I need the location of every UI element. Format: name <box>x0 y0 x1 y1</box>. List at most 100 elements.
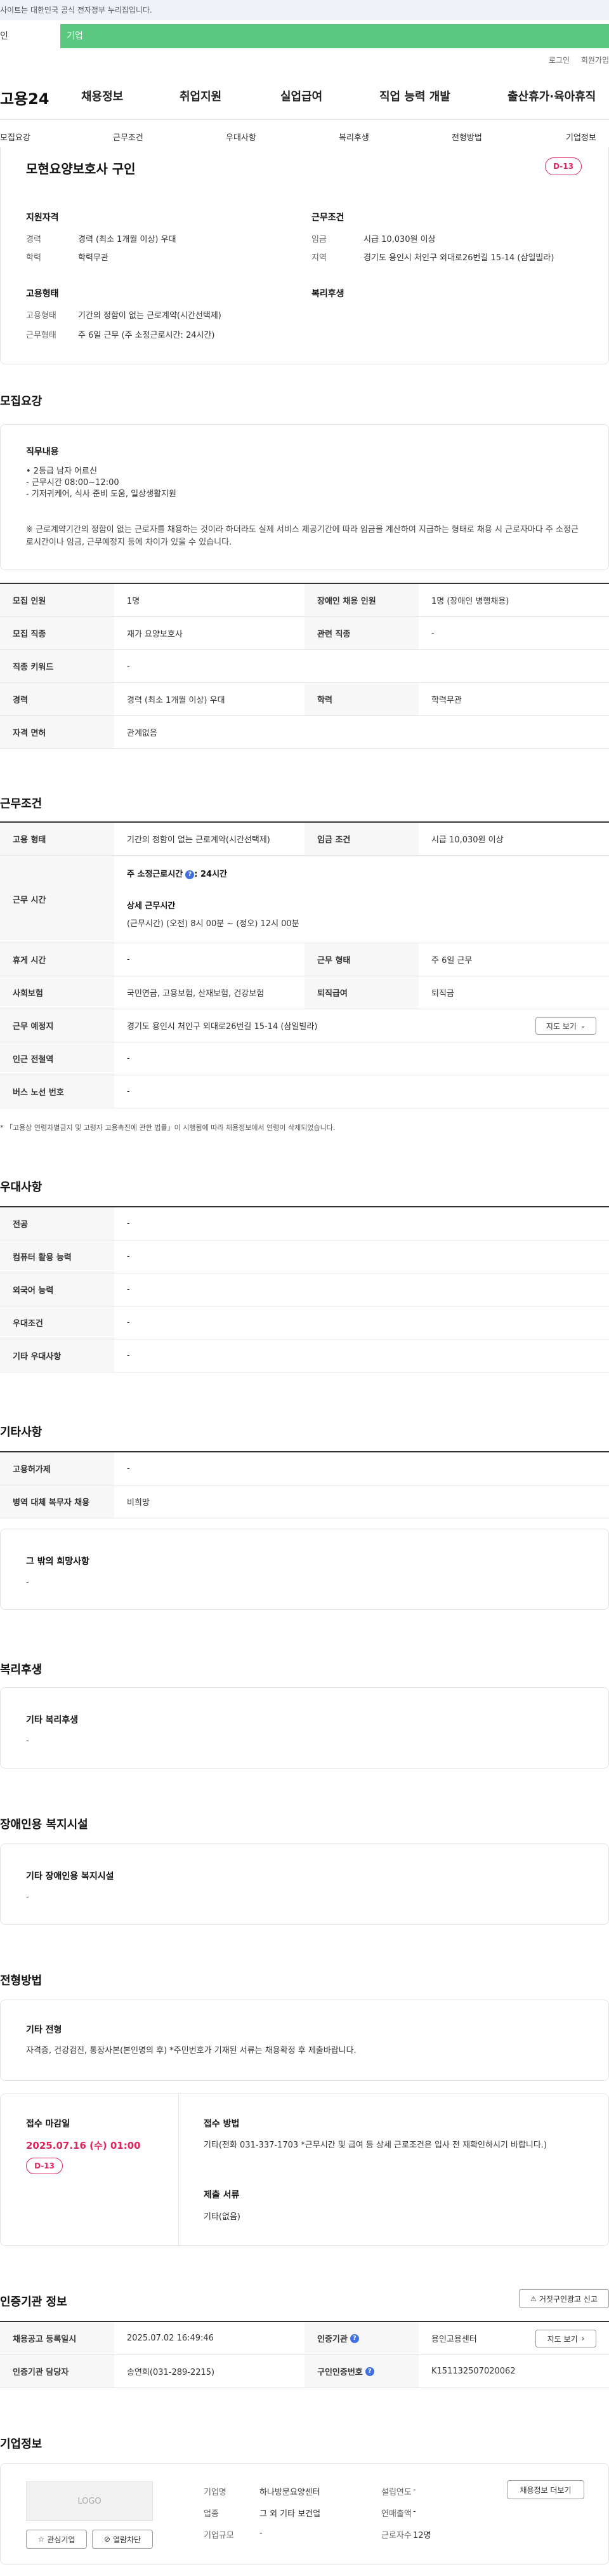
gnb-unemployment-benefit[interactable]: 실업급여 <box>280 88 322 104</box>
row-value: - <box>127 1252 130 1261</box>
row-value: - <box>127 1087 130 1096</box>
tab-business[interactable]: 기업 <box>60 24 609 48</box>
map-button-label: 지도 보기 <box>546 1021 577 1031</box>
alert-icon: ⚠ <box>530 2294 537 2303</box>
more-jobs-button[interactable]: 채용정보 더보기 <box>507 2480 584 2499</box>
etc-table: 고용허가제 - 병역 대체 복무자 채용 비희망 <box>0 1451 609 1518</box>
row-value: 송연희(031-289-2215) <box>127 2368 215 2377</box>
emptype-label: 고용형태 <box>26 311 56 321</box>
row-label: 근무 형태 <box>304 943 419 976</box>
gnb-parental-leave[interactable]: 출산휴가·육아휴직 <box>508 88 596 104</box>
row-label: 컴퓨터 활용 능력 <box>0 1240 114 1273</box>
sales-label: 연매출액 <box>381 2509 412 2519</box>
row-label: 근무 예정지 <box>0 1009 114 1042</box>
selection-heading: 전형방법 <box>0 1974 43 1988</box>
gnb-jobs[interactable]: 채용정보 <box>81 88 123 104</box>
year-label: 설립연도 <box>381 2488 412 2497</box>
welfare-card-value: - <box>26 1736 29 1746</box>
job-title: 모현요양보호사 구인 <box>26 161 136 176</box>
table-row: 고용 형태 기간의 정함이 없는 근로계약(시간선택제) 임금 조건 시급 10… <box>0 823 609 856</box>
agency-map-button[interactable]: 지도 보기 › <box>535 2330 596 2347</box>
preference-table: 전공 - 컴퓨터 활용 능력 - 외국어 능력 - 우대조건 - 기타 우대사항 - <box>0 1206 609 1372</box>
subnav-conditions[interactable]: 근무조건 <box>113 131 143 143</box>
row-value: - <box>127 1285 130 1294</box>
application-card: 접수 마감일 2025.07.16 (수) 01:00 D-13 접수 방법 기… <box>0 2094 609 2247</box>
detail-hours-label: 상세 근무시간 <box>127 901 176 911</box>
tab-individual[interactable]: 인 <box>0 24 60 48</box>
method-value: 기타(전화 031-337-1703 *근무시간 및 급여 등 상세 근로조건은… <box>204 2141 547 2150</box>
company-name-value: 하나방문요양센터 <box>259 2488 320 2497</box>
career-value: 경력 (최소 1개월 이상) 우대 <box>78 235 176 244</box>
work-value: 주 6일 근무 (주 소정근로시간: 24시간) <box>78 331 215 340</box>
row-label: 휴게 시간 <box>0 943 114 976</box>
row-value: 기간의 정함이 없는 근로계약(시간선택제) <box>127 835 270 845</box>
preference-heading: 우대사항 <box>0 1181 43 1194</box>
row-label: 모집 인원 <box>0 584 114 616</box>
facility-card: 기타 장애인용 복지시설 - <box>0 1843 609 1925</box>
edu-label: 학력 <box>26 253 41 263</box>
row-label: 구인인증번호? <box>304 2355 419 2387</box>
subnav-company[interactable]: 기업정보 <box>566 131 596 143</box>
row-value: 1명 (장애인 병행채용) <box>431 597 509 606</box>
user-type-tabs: 인 기업 <box>0 24 609 48</box>
method-title: 접수 방법 <box>204 2119 240 2129</box>
table-row: 근무 예정지 경기도 용인시 처인구 외대로26번길 15-14 (삼일빌라) … <box>0 1009 609 1042</box>
deadline-value: 2025.07.16 (수) 01:00 <box>26 2140 141 2151</box>
row-value: - <box>127 661 130 671</box>
subnav-selection[interactable]: 전형방법 <box>452 131 482 143</box>
report-button[interactable]: ⚠ 거짓구인광고 신고 <box>519 2289 609 2308</box>
row-label: 고용 형태 <box>0 823 114 855</box>
edu-value: 학력무관 <box>78 253 108 263</box>
conditions-table: 고용 형태 기간의 정함이 없는 근로계약(시간선택제) 임금 조건 시급 10… <box>0 821 609 1108</box>
row-value: 2025.07.02 16:49:46 <box>127 2334 214 2343</box>
subnav-preference[interactable]: 우대사항 <box>226 131 256 143</box>
table-row: 휴게 시간 - 근무 형태 주 6일 근무 <box>0 943 609 976</box>
help-icon[interactable]: ? <box>185 870 195 879</box>
row-value: 주 6일 근무 <box>431 956 473 966</box>
career-label: 경력 <box>26 235 41 244</box>
login-link[interactable]: 로그인 <box>549 56 570 65</box>
fav-company-button[interactable]: ☆ 관심기업 <box>26 2530 87 2549</box>
age-footnote: * 「고용상 연령차별금지 및 고령자 고용촉진에 관한 법률」이 시행됨에 따… <box>0 1124 336 1132</box>
site-logo[interactable]: 고용24 <box>0 86 49 109</box>
chevron-down-icon: ⌄ <box>580 1022 586 1030</box>
subnav-recruit[interactable]: 모집요강 <box>0 131 30 143</box>
row-value: K151132507020062 <box>431 2367 516 2376</box>
row-label: 병역 대체 복무자 채용 <box>0 1485 114 1518</box>
row-value: - <box>127 955 130 964</box>
row-label: 모집 직종 <box>0 617 114 649</box>
star-icon: ☆ <box>37 2535 45 2544</box>
table-row: 외국어 능력 - <box>0 1273 609 1306</box>
fav-button-label: 관심기업 <box>47 2535 75 2544</box>
wage-label: 임금 <box>311 235 327 244</box>
row-label: 경력 <box>0 683 114 715</box>
map-button[interactable]: 지도 보기 ⌄ <box>535 1017 596 1035</box>
row-value: 비희망 <box>127 1498 150 1508</box>
block-company-button[interactable]: ⊘ 열람차단 <box>92 2530 153 2549</box>
row-label: 관련 직종 <box>304 617 419 649</box>
employees-value: 12명 <box>413 2531 431 2540</box>
row-value: - <box>127 1464 130 1473</box>
block-icon: ⊘ <box>103 2535 110 2544</box>
join-link[interactable]: 회원가입 <box>581 56 609 65</box>
year-value: - <box>413 2485 416 2495</box>
company-heading: 기업정보 <box>0 2438 43 2451</box>
row-value: - <box>127 1351 130 1360</box>
row-value: - <box>127 1054 130 1063</box>
table-row: 근무 시간 주 소정근로시간?: 24시간 상세 근무시간 (근무시간) (오전… <box>0 856 609 943</box>
row-value: - <box>127 1318 130 1327</box>
job-desc-line: - 근무시간 08:00~12:00 <box>26 478 119 488</box>
table-row: 인근 전철역 - <box>0 1042 609 1075</box>
help-icon[interactable]: ? <box>365 2367 374 2376</box>
gnb-vocational-training[interactable]: 직업 능력 개발 <box>379 88 450 104</box>
row-label: 근무 시간 <box>0 856 114 943</box>
area-value: 경기도 용인시 처인구 외대로26번길 15-14 (삼일빌라) <box>363 253 554 263</box>
subnav-welfare[interactable]: 복리후생 <box>339 131 369 143</box>
job-desc-card: 직무내용 • 2등급 남자 어르신 - 근무시간 08:00~12:00 - 기… <box>0 424 609 570</box>
company-card: LOGO ☆ 관심기업 ⊘ 열람차단 기업명 하나방문요양센터 설립연도 - 업종 … <box>0 2463 609 2565</box>
gnb-employment-support[interactable]: 취업지원 <box>180 88 221 104</box>
table-row: 모집 인원 1명 장애인 채용 인원 1명 (장애인 병행채용) <box>0 584 609 617</box>
size-label: 기업규모 <box>204 2531 234 2540</box>
help-icon[interactable]: ? <box>350 2334 359 2343</box>
industry-value: 그 외 기타 보건업 <box>259 2509 321 2519</box>
